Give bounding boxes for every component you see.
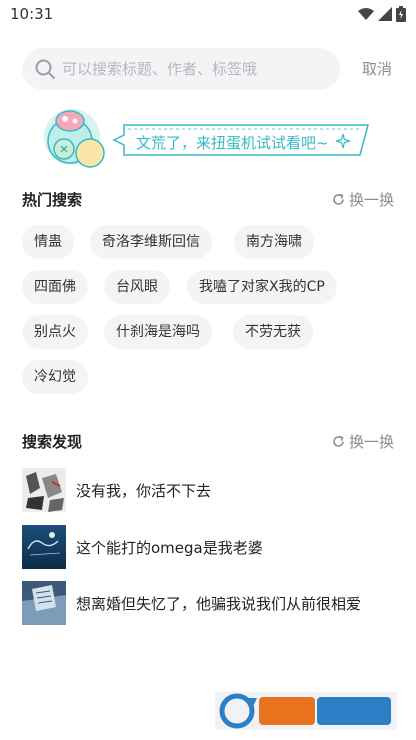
watermark-logo bbox=[215, 692, 397, 730]
hot-search-header: 热门搜索 换一换 bbox=[22, 189, 394, 213]
gacha-mascot-icon bbox=[44, 109, 105, 168]
search-input[interactable] bbox=[62, 48, 332, 90]
hot-tag[interactable]: 南方海啸 bbox=[234, 225, 314, 259]
hot-tag[interactable]: 什刹海是海吗 bbox=[104, 315, 212, 349]
list-item[interactable]: 想离婚但失忆了，他骗我说我们从前很相爱 bbox=[22, 581, 402, 627]
discover-refresh-button[interactable]: 换一换 bbox=[332, 431, 394, 452]
discover-item-title: 这个能打的omega是我老婆 bbox=[76, 539, 263, 557]
discover-title: 搜索发现 bbox=[22, 433, 83, 451]
hot-tag[interactable]: 台风眼 bbox=[104, 270, 170, 304]
site-watermark bbox=[215, 692, 397, 730]
status-time: 10:31 bbox=[10, 5, 54, 23]
gacha-banner[interactable]: 文荒了，来扭蛋机试试看吧~ bbox=[40, 105, 380, 175]
signal-icon bbox=[378, 7, 392, 21]
wifi-icon bbox=[358, 8, 374, 20]
hot-search-refresh-label: 换一换 bbox=[348, 191, 394, 209]
refresh-icon bbox=[333, 435, 344, 447]
list-item[interactable]: 没有我，你活不下去 bbox=[22, 468, 402, 514]
book-cover-image bbox=[22, 468, 66, 512]
refresh-icon bbox=[333, 193, 344, 205]
list-item[interactable]: 这个能打的omega是我老婆 bbox=[22, 525, 402, 571]
cancel-button[interactable]: 取消 bbox=[362, 58, 392, 79]
discover-item-title: 没有我，你活不下去 bbox=[76, 482, 212, 500]
hot-tag[interactable]: 别点火 bbox=[22, 315, 88, 349]
status-bar: 10:31 bbox=[0, 0, 416, 30]
book-cover-image bbox=[22, 525, 66, 569]
hot-search-refresh-button[interactable]: 换一换 bbox=[332, 189, 394, 210]
battery-icon bbox=[396, 6, 406, 22]
sparkle-icon bbox=[336, 134, 350, 148]
hot-tag[interactable]: 不劳无获 bbox=[233, 315, 313, 349]
search-box[interactable] bbox=[22, 48, 340, 90]
banner-text: 文荒了，来扭蛋机试试看吧~ bbox=[136, 134, 329, 152]
hot-tag[interactable]: 冷幻觉 bbox=[22, 360, 88, 394]
hot-tag[interactable]: 奇洛李维斯回信 bbox=[90, 225, 212, 259]
hot-tag[interactable]: 情蛊 bbox=[22, 225, 74, 259]
status-icons bbox=[358, 6, 406, 22]
discover-header: 搜索发现 换一换 bbox=[22, 431, 394, 455]
hot-tag[interactable]: 四面佛 bbox=[22, 270, 88, 304]
search-icon bbox=[35, 59, 55, 79]
hot-tag[interactable]: 我嗑了对家X我的CP bbox=[187, 270, 337, 304]
discover-refresh-label: 换一换 bbox=[348, 433, 394, 451]
hot-search-title: 热门搜索 bbox=[22, 191, 83, 209]
search-row: 取消 bbox=[22, 48, 402, 90]
discover-item-title: 想离婚但失忆了，他骗我说我们从前很相爱 bbox=[76, 595, 362, 613]
book-cover-image bbox=[22, 581, 66, 625]
